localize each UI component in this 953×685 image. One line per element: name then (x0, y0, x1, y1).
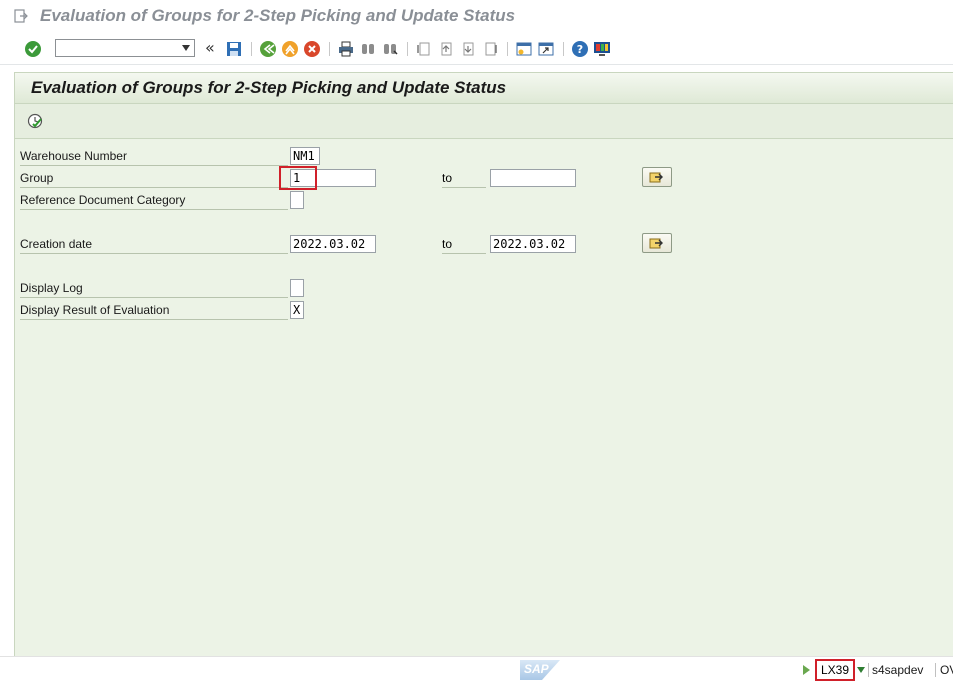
play-icon[interactable] (803, 665, 810, 675)
toolbar-separator (507, 42, 508, 56)
shortcut-icon[interactable] (537, 40, 555, 58)
display-log-field[interactable] (290, 279, 304, 297)
creation-date-from-field[interactable]: 2022.03.02 (290, 235, 376, 253)
previous-page-icon[interactable] (437, 40, 455, 58)
window-title: Evaluation of Groups for 2-Step Picking … (40, 6, 516, 25)
execute-clock-icon[interactable] (27, 113, 43, 129)
display-result-label: Display Result of Evaluation (20, 301, 288, 320)
creation-date-to-field[interactable]: 2022.03.02 (490, 235, 576, 253)
customize-layout-icon[interactable] (593, 40, 611, 58)
status-separator (935, 663, 936, 677)
toolbar-separator (329, 42, 330, 56)
display-log-label: Display Log (20, 279, 288, 298)
title-bar: Evaluation of Groups for 2-Step Picking … (0, 0, 953, 32)
creation-date-multiple-selection-button[interactable] (642, 233, 672, 253)
group-to-label: to (442, 169, 486, 188)
back-double-icon[interactable]: « (205, 38, 215, 57)
toolbar-separator (563, 42, 564, 56)
command-field[interactable] (55, 39, 195, 57)
find-icon[interactable] (359, 40, 377, 58)
group-highlight-box (279, 166, 317, 190)
screen-header: Evaluation of Groups for 2-Step Picking … (15, 73, 953, 104)
group-to-field[interactable] (490, 169, 576, 187)
toolbar-separator (407, 42, 408, 56)
multiple-selection-arrow-icon (649, 172, 663, 183)
next-page-icon[interactable] (459, 40, 477, 58)
back-icon[interactable] (259, 40, 277, 58)
save-icon[interactable] (225, 40, 243, 58)
chevron-down-icon[interactable] (182, 45, 190, 51)
help-icon[interactable]: ? (571, 40, 589, 58)
page-title: Evaluation of Groups for 2-Step Picking … (31, 78, 507, 97)
find-next-icon[interactable] (381, 40, 399, 58)
create-session-icon[interactable] (515, 40, 533, 58)
creation-date-label: Creation date (20, 235, 288, 254)
last-page-icon[interactable] (481, 40, 499, 58)
sap-logo-text: SAP (524, 662, 549, 676)
multiple-selection-arrow-icon (649, 238, 663, 249)
print-icon[interactable] (337, 40, 355, 58)
warehouse-number-label: Warehouse Number (20, 147, 288, 166)
check-icon[interactable] (24, 40, 42, 58)
exit-door-icon (14, 9, 28, 23)
status-separator (868, 663, 869, 677)
group-multiple-selection-button[interactable] (642, 167, 672, 187)
creation-date-to-label: to (442, 235, 486, 254)
svg-text:?: ? (577, 43, 583, 56)
transaction-code[interactable]: LX39 (815, 659, 855, 681)
status-bar: SAP LX39 s4sapdev OV (0, 656, 953, 685)
reference-document-category-label: Reference Document Category (20, 191, 288, 210)
standard-toolbar: « ? (0, 34, 953, 65)
exit-icon[interactable] (281, 40, 299, 58)
insert-mode[interactable]: OV (940, 663, 953, 677)
reference-document-category-field[interactable] (290, 191, 304, 209)
toolbar-separator (251, 42, 252, 56)
group-label: Group (20, 169, 288, 188)
display-result-field[interactable]: X (290, 301, 304, 319)
chevron-down-icon[interactable] (857, 667, 865, 673)
cancel-icon[interactable] (303, 40, 321, 58)
first-page-icon[interactable] (415, 40, 433, 58)
system-name: s4sapdev (872, 663, 924, 677)
application-toolbar (15, 104, 953, 139)
warehouse-number-field[interactable]: NM1 (290, 147, 320, 165)
